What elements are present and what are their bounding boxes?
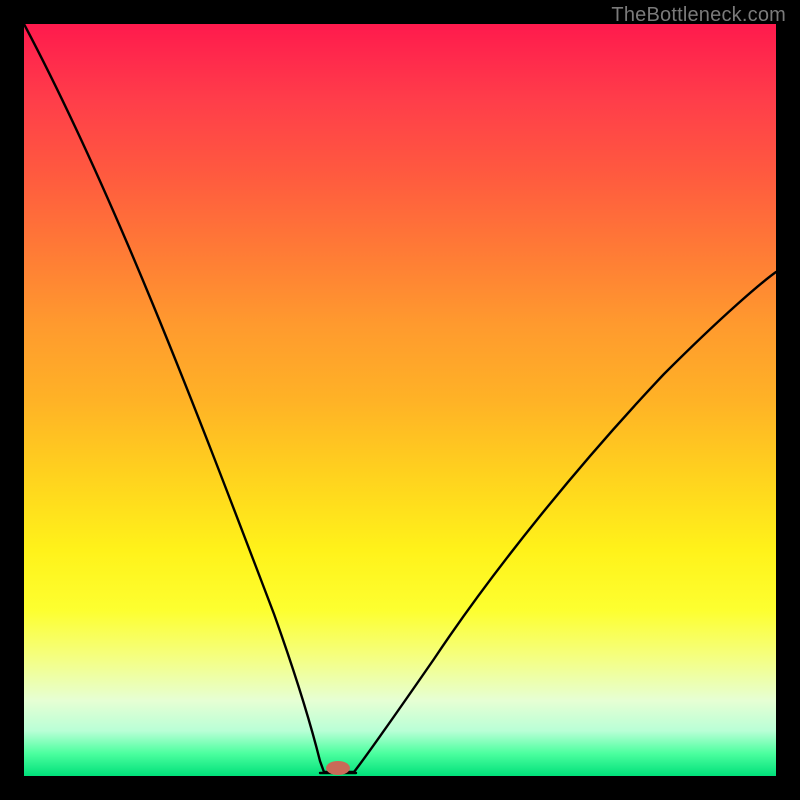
plot-area — [24, 24, 776, 776]
optimal-point-marker — [326, 761, 350, 775]
watermark-text: TheBottleneck.com — [611, 4, 786, 27]
chart-frame: TheBottleneck.com — [0, 0, 800, 800]
bottleneck-curve-path — [24, 24, 776, 772]
bottleneck-curve-svg — [24, 24, 776, 776]
